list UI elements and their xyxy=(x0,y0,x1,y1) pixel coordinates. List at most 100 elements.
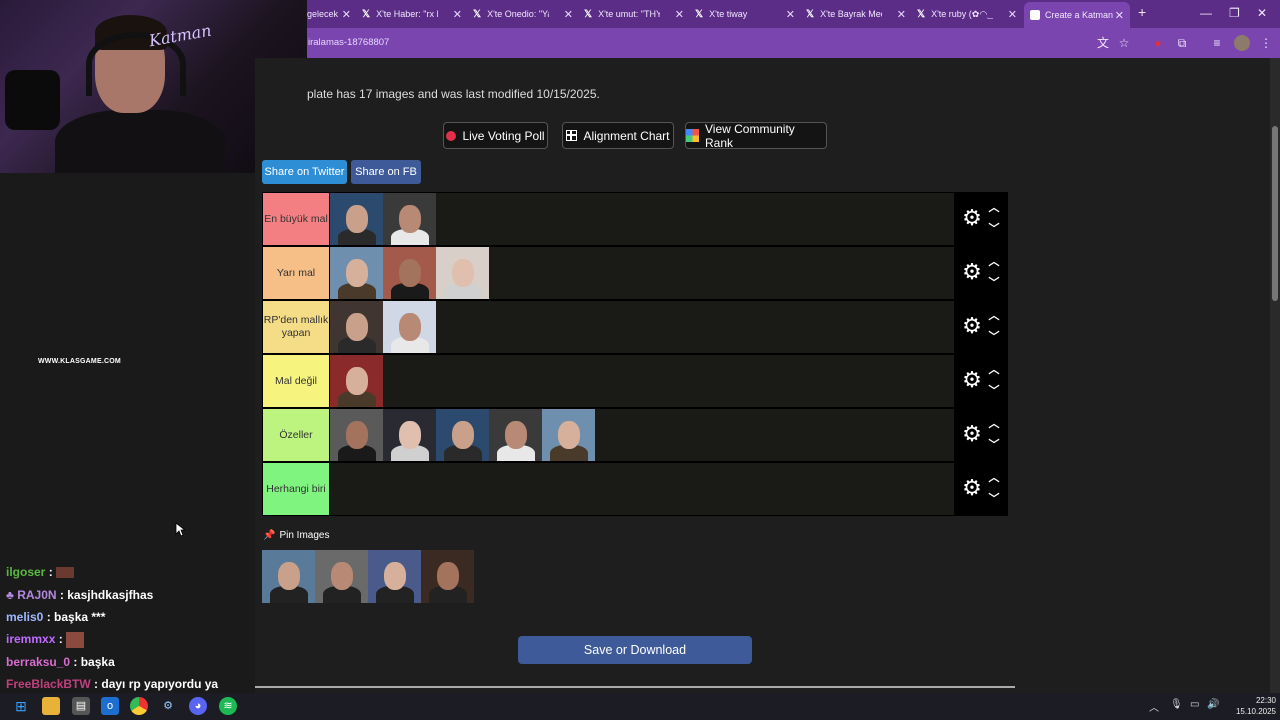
gear-icon[interactable]: ⚙ xyxy=(960,476,984,500)
scrollbar[interactable] xyxy=(1270,58,1280,693)
gear-icon[interactable]: ⚙ xyxy=(960,206,984,230)
chevron-up-icon[interactable]: ︿ xyxy=(987,310,1001,322)
store-icon[interactable]: ▤ xyxy=(72,697,90,715)
tier-image[interactable] xyxy=(383,193,436,245)
tier-image[interactable] xyxy=(330,355,383,407)
browser-tab[interactable]: 𝕏 X'te tiway ✕ xyxy=(695,4,801,24)
new-tab-icon[interactable]: + xyxy=(1138,4,1146,20)
profile-avatar[interactable] xyxy=(1234,35,1250,51)
pinned-image[interactable] xyxy=(368,550,421,603)
bookmark-star-icon[interactable]: ☆ xyxy=(1116,35,1132,51)
minimize-icon[interactable]: — xyxy=(1200,6,1212,20)
browser-tab[interactable]: 𝕏 X'te Bayrak Medy ✕ xyxy=(806,4,912,24)
gear-icon[interactable]: ⚙ xyxy=(960,368,984,392)
chevron-up-icon[interactable]: ︿ xyxy=(987,256,1001,268)
puzzle-icon[interactable]: ⧉ xyxy=(1174,35,1190,51)
chevron-down-icon[interactable]: ﹀ xyxy=(987,331,1001,343)
tier-label[interactable]: Mal değil xyxy=(263,355,329,407)
tier-label[interactable]: Özeller xyxy=(263,409,329,461)
close-icon[interactable]: ✕ xyxy=(453,8,462,21)
share-twitter-button[interactable]: Share on Twitter xyxy=(262,160,347,184)
tier-image[interactable] xyxy=(383,409,436,461)
pin-images-label[interactable]: 📌 Pin Images xyxy=(263,530,329,541)
save-download-button[interactable]: Save or Download xyxy=(518,636,752,664)
chevron-up-icon[interactable]: ︿ xyxy=(987,364,1001,376)
tier-image[interactable] xyxy=(330,409,383,461)
tier-label[interactable]: Herhangi biri xyxy=(263,463,329,515)
tier-drop-zone[interactable] xyxy=(330,355,954,407)
close-icon[interactable]: ✕ xyxy=(342,8,351,21)
windows-start-icon[interactable]: ⊞ xyxy=(12,697,30,715)
chevron-down-icon[interactable]: ﹀ xyxy=(987,385,1001,397)
tier-image[interactable] xyxy=(383,247,436,299)
tier-drop-zone[interactable] xyxy=(330,301,954,353)
pinned-image[interactable] xyxy=(421,550,474,603)
chrome-icon[interactable] xyxy=(130,697,148,715)
chevron-down-icon[interactable]: ﹀ xyxy=(987,439,1001,451)
restore-icon[interactable]: ❐ xyxy=(1229,6,1240,20)
tier-drop-zone[interactable] xyxy=(330,193,954,245)
record-dot-icon xyxy=(446,130,457,141)
tier-label[interactable]: RP'den mallık yapan xyxy=(263,301,329,353)
tier-image[interactable] xyxy=(330,247,383,299)
browser-tab[interactable]: gelecek ✕ xyxy=(307,4,357,24)
browser-tab-active[interactable]: Create a Katman ✕ xyxy=(1024,2,1130,28)
spotify-icon[interactable]: ≋ xyxy=(219,697,237,715)
alignment-chart-button[interactable]: Alignment Chart xyxy=(562,122,674,149)
outlook-icon[interactable]: o xyxy=(101,697,119,715)
tier-image[interactable] xyxy=(383,301,436,353)
close-icon[interactable]: ✕ xyxy=(897,8,906,21)
tab-label: X'te Haber: "rx Mi xyxy=(376,9,438,19)
steam-icon[interactable]: ⚙ xyxy=(159,697,177,715)
community-rank-button[interactable]: View Community Rank xyxy=(685,122,827,150)
tier-image[interactable] xyxy=(330,301,383,353)
tray-chevron-icon[interactable]: ︿ xyxy=(1149,699,1159,714)
close-icon[interactable]: ✕ xyxy=(1008,8,1017,21)
tier-drop-zone[interactable] xyxy=(330,409,954,461)
menu-icon[interactable]: ⋮ xyxy=(1258,35,1274,51)
tier-drop-zone[interactable] xyxy=(330,247,954,299)
chevron-down-icon[interactable]: ﹀ xyxy=(987,493,1001,505)
live-voting-poll-button[interactable]: Live Voting Poll xyxy=(443,122,548,149)
gear-icon[interactable]: ⚙ xyxy=(960,260,984,284)
tier-drop-zone[interactable] xyxy=(330,463,954,515)
tier-image[interactable] xyxy=(330,193,383,245)
browser-tab[interactable]: 𝕏 X'te ruby (✿◠‿ ✕ xyxy=(917,4,1023,24)
browser-tab[interactable]: 𝕏 X'te Onedio: "Yatı ✕ xyxy=(473,4,579,24)
tier-image[interactable] xyxy=(542,409,595,461)
translate-icon[interactable]: 文 xyxy=(1095,35,1111,51)
close-window-icon[interactable]: ✕ xyxy=(1257,6,1267,20)
browser-tab[interactable]: 𝕏 X'te Haber: "rx Mi ✕ xyxy=(362,4,468,24)
chevron-up-icon[interactable]: ︿ xyxy=(987,472,1001,484)
file-explorer-icon[interactable] xyxy=(42,697,60,715)
chevron-down-icon[interactable]: ﹀ xyxy=(987,223,1001,235)
close-icon[interactable]: ✕ xyxy=(675,8,684,21)
discord-icon[interactable]: ◕ xyxy=(189,697,207,715)
gear-icon[interactable]: ⚙ xyxy=(960,422,984,446)
chevron-up-icon[interactable]: ︿ xyxy=(987,418,1001,430)
url-input[interactable]: iralamas-18768807 xyxy=(308,37,389,48)
system-clock[interactable]: 22:30 15.10.2025 xyxy=(1226,695,1276,717)
close-icon[interactable]: ✕ xyxy=(1115,9,1124,22)
extension-icon[interactable]: ● xyxy=(1150,35,1166,51)
chevron-down-icon[interactable]: ﹀ xyxy=(987,277,1001,289)
share-facebook-button[interactable]: Share on FB xyxy=(351,160,421,184)
tier-label[interactable]: Yarı mal xyxy=(263,247,329,299)
tab-label: X'te umut: "THY h xyxy=(598,9,661,19)
close-icon[interactable]: ✕ xyxy=(564,8,573,21)
browser-tab[interactable]: 𝕏 X'te umut: "THY h ✕ xyxy=(584,4,690,24)
tier-image[interactable] xyxy=(489,409,542,461)
close-icon[interactable]: ✕ xyxy=(786,8,795,21)
tier-image[interactable] xyxy=(436,409,489,461)
chevron-up-icon[interactable]: ︿ xyxy=(987,202,1001,214)
network-icon[interactable]: ▭ xyxy=(1190,699,1199,710)
microphone-icon[interactable]: 🎙 xyxy=(1170,699,1183,710)
pinned-image[interactable] xyxy=(262,550,315,603)
scrollbar-thumb[interactable] xyxy=(1272,126,1278,301)
media-icon[interactable]: ≡ xyxy=(1209,35,1225,51)
tier-image[interactable] xyxy=(436,247,489,299)
tier-label[interactable]: En büyük mal xyxy=(263,193,329,245)
pinned-image[interactable] xyxy=(315,550,368,603)
gear-icon[interactable]: ⚙ xyxy=(960,314,984,338)
volume-icon[interactable]: 🔊 xyxy=(1207,699,1219,710)
